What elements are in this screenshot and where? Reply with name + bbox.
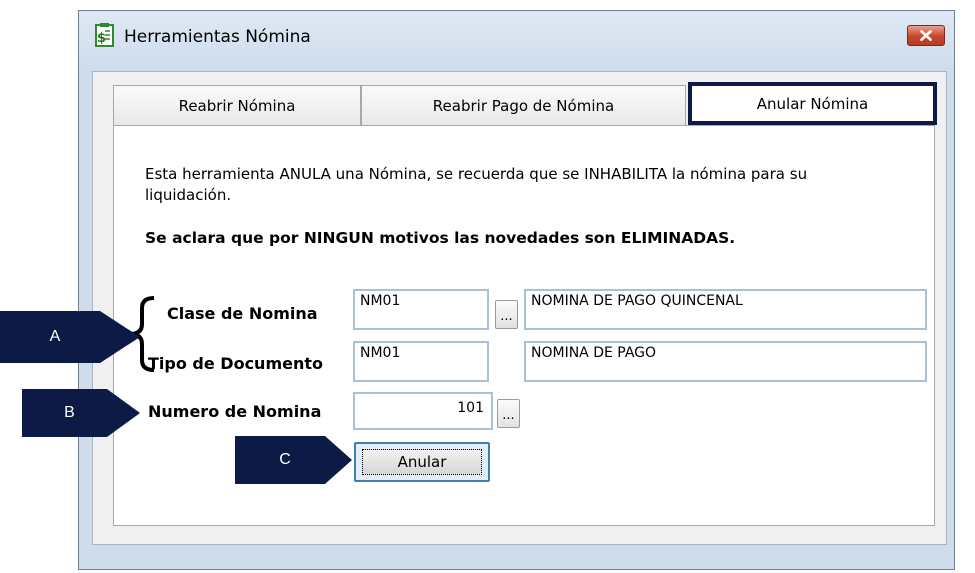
tab-anular-nomina[interactable]: Anular Nómina	[688, 82, 937, 125]
svg-text:$: $	[97, 31, 106, 46]
clase-nomina-label: Clase de Nomina	[167, 304, 318, 323]
window-title: Herramientas Nómina	[124, 27, 311, 47]
warning-text: Se aclara que por NINGUN motivos las nov…	[145, 229, 736, 247]
clase-nomina-lookup-button[interactable]: ...	[495, 300, 518, 329]
clase-nomina-code-input[interactable]: NM01	[353, 289, 489, 330]
tab-reabrir-nomina[interactable]: Reabrir Nómina	[113, 85, 361, 125]
callout-b-label: B	[64, 404, 75, 421]
numero-nomina-input[interactable]: 101	[353, 392, 493, 430]
tab-reabrir-pago-nomina[interactable]: Reabrir Pago de Nómina	[361, 85, 686, 125]
clase-nomina-description-field: NOMINA DE PAGO QUINCENAL	[524, 289, 927, 330]
close-icon	[920, 30, 932, 41]
callout-a: A	[0, 311, 140, 363]
tipo-documento-description-field: NOMINA DE PAGO	[524, 341, 927, 382]
numero-nomina-label: Numero de Nomina	[148, 402, 322, 421]
callout-c-label: C	[279, 451, 291, 468]
anular-button-label: Anular	[362, 449, 482, 475]
callout-b: B	[22, 389, 140, 437]
tipo-documento-code-input[interactable]: NM01	[353, 341, 489, 382]
tipo-documento-label: Tipo de Documento	[148, 354, 323, 373]
numero-nomina-lookup-button[interactable]: ...	[497, 399, 520, 428]
callout-c: C	[235, 436, 352, 484]
tab-label: Anular Nómina	[756, 94, 869, 113]
payroll-dollar-document-icon: $	[95, 23, 114, 47]
callout-a-label: A	[49, 328, 61, 345]
description-text: Esta herramienta ANULA una Nómina, se re…	[145, 165, 808, 204]
tab-label: Reabrir Pago de Nómina	[432, 96, 615, 115]
tab-label: Reabrir Nómina	[178, 96, 296, 115]
close-button[interactable]	[907, 25, 945, 46]
anular-button[interactable]: Anular	[354, 442, 490, 482]
